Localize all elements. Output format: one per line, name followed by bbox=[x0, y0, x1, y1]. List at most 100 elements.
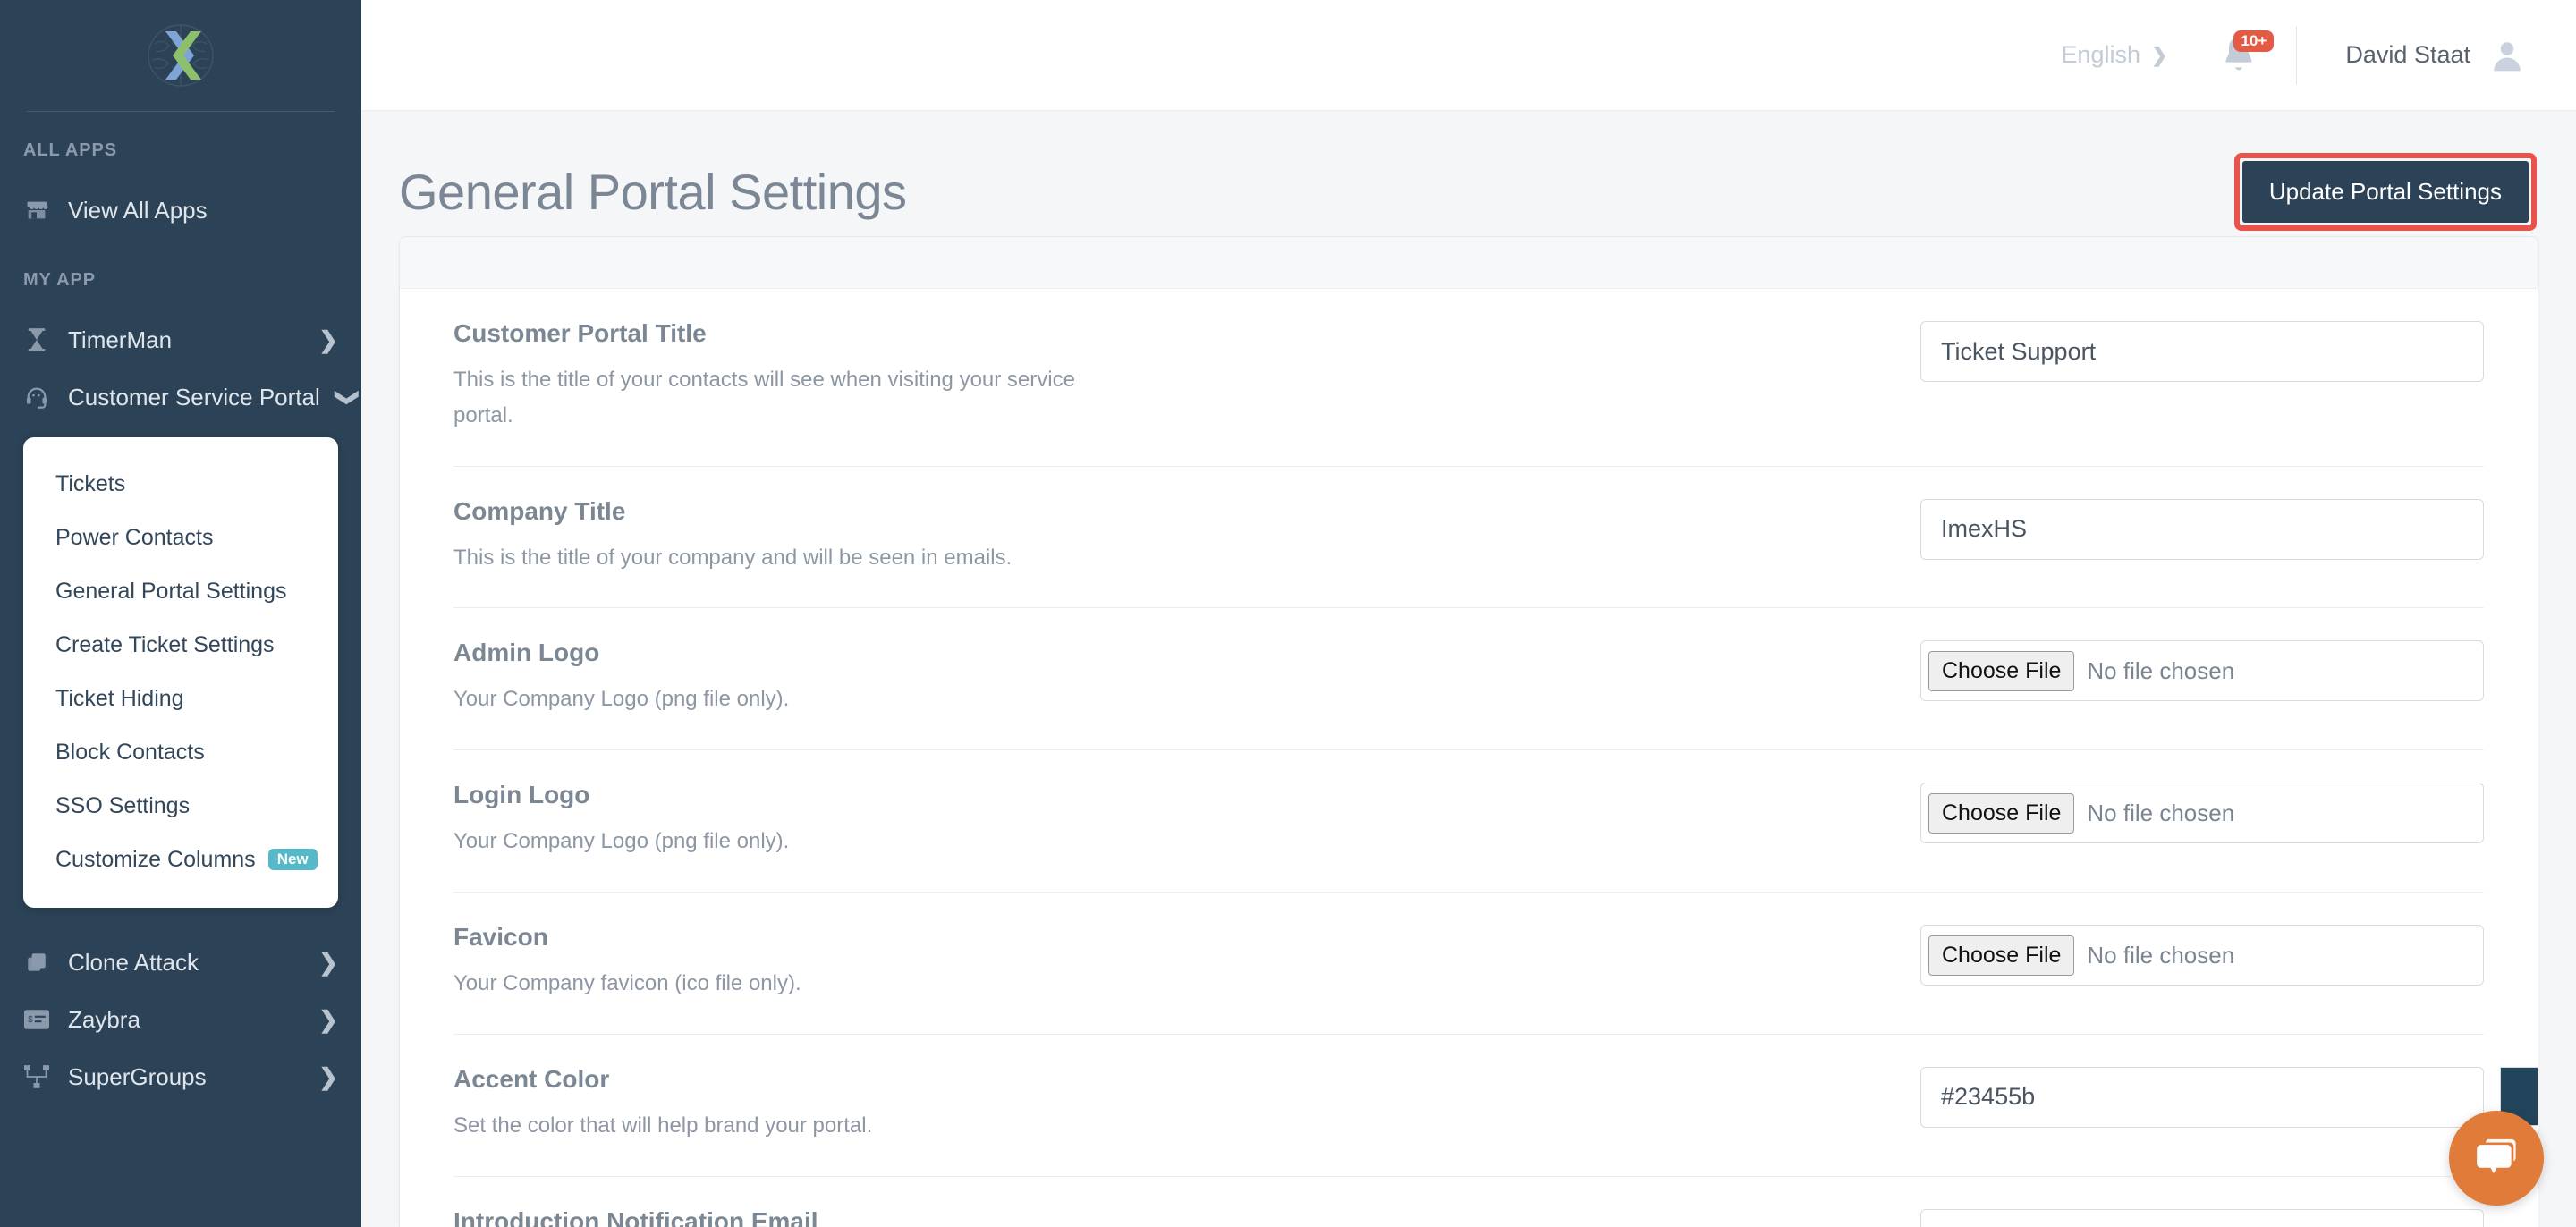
choose-file-button[interactable]: Choose File bbox=[1928, 935, 2075, 976]
sidebar-item-supergroups[interactable]: SuperGroups ❯ bbox=[0, 1053, 361, 1101]
introduction-notification-email-select[interactable]: Yes (Send initial email) ▼ bbox=[1920, 1208, 2484, 1227]
submenu-item-label: General Portal Settings bbox=[55, 578, 287, 604]
language-label: English bbox=[2061, 41, 2140, 68]
user-name: David Staat bbox=[2345, 41, 2470, 68]
settings-form: Customer Portal Title This is the title … bbox=[400, 289, 2538, 1227]
file-status: No file chosen bbox=[2087, 941, 2235, 969]
field-label: Favicon bbox=[453, 923, 548, 952]
sidebar-item-customer-service-portal[interactable]: Customer Service Portal ❯ bbox=[0, 373, 361, 421]
submenu-item-block-contacts[interactable]: Block Contacts bbox=[23, 725, 338, 779]
submenu-item-ticket-hiding[interactable]: Ticket Hiding bbox=[23, 672, 338, 725]
billing-card-icon: $ bbox=[23, 1006, 50, 1033]
submenu-item-label: SSO Settings bbox=[55, 792, 191, 818]
sitemap-icon bbox=[23, 1063, 50, 1090]
submenu-item-customize-columns[interactable]: Customize Columns New bbox=[23, 833, 338, 886]
storefront-icon bbox=[23, 197, 50, 224]
form-row-left: Accent Color Set the color that will hel… bbox=[453, 1065, 1920, 1144]
company-title-input[interactable] bbox=[1920, 498, 2484, 560]
top-bar: English ❯ 10+ David Staat bbox=[361, 0, 2576, 111]
chevron-right-icon: ❯ bbox=[318, 948, 338, 976]
submenu-item-create-ticket-settings[interactable]: Create Ticket Settings bbox=[23, 618, 338, 672]
form-row-right: Choose File No file chosen bbox=[1920, 639, 2484, 702]
app-root: ALL APPS View All Apps MY APP TimerMan ❯… bbox=[0, 0, 2576, 1227]
chat-bubbles-icon bbox=[2477, 1138, 2516, 1174]
form-row-left: Introduction Notification Email bbox=[453, 1207, 1920, 1227]
submenu-item-label: Create Ticket Settings bbox=[55, 631, 275, 657]
field-description: This is the title of your company and wi… bbox=[453, 545, 1013, 570]
sidebar-item-clone-attack[interactable]: Clone Attack ❯ bbox=[0, 938, 361, 986]
update-button-highlight: Update Portal Settings bbox=[2233, 152, 2537, 231]
submenu-item-general-portal-settings[interactable]: General Portal Settings bbox=[23, 564, 338, 618]
chevron-right-icon: ❯ bbox=[318, 1005, 338, 1033]
topbar-separator bbox=[2296, 25, 2298, 85]
accent-color-input[interactable] bbox=[1920, 1066, 2484, 1128]
submenu-item-label: Block Contacts bbox=[55, 739, 205, 765]
form-row-right bbox=[1920, 1065, 2538, 1128]
file-status: No file chosen bbox=[2087, 656, 2235, 684]
sidebar-item-label: Customer Service Portal bbox=[68, 383, 320, 410]
field-description: Your Company favicon (ico file only). bbox=[453, 971, 801, 996]
main-area: English ❯ 10+ David Staat General Portal… bbox=[361, 0, 2576, 1227]
field-description: Your Company Logo (png file only). bbox=[453, 687, 790, 712]
form-row-left: Customer Portal Title This is the title … bbox=[453, 319, 1920, 434]
notification-count-badge: 10+ bbox=[2233, 30, 2275, 52]
sidebar: ALL APPS View All Apps MY APP TimerMan ❯… bbox=[0, 0, 361, 1227]
favicon-file-input[interactable]: Choose File No file chosen bbox=[1920, 925, 2484, 986]
submenu-item-sso-settings[interactable]: SSO Settings bbox=[23, 779, 338, 833]
language-selector[interactable]: English ❯ bbox=[2061, 41, 2167, 69]
page-title: General Portal Settings bbox=[399, 163, 907, 220]
login-logo-file-input[interactable]: Choose File No file chosen bbox=[1920, 783, 2484, 844]
settings-card: Customer Portal Title This is the title … bbox=[399, 236, 2538, 1227]
form-row-accent-color: Accent Color Set the color that will hel… bbox=[453, 1035, 2538, 1177]
chat-widget-button[interactable] bbox=[2449, 1111, 2544, 1206]
update-portal-settings-button[interactable]: Update Portal Settings bbox=[2241, 160, 2529, 223]
choose-file-button[interactable]: Choose File bbox=[1928, 792, 2075, 834]
chevron-right-icon: ❯ bbox=[318, 326, 338, 353]
copy-icon bbox=[23, 949, 50, 976]
user-menu[interactable]: David Staat bbox=[2345, 38, 2524, 72]
submenu-item-power-contacts[interactable]: Power Contacts bbox=[23, 511, 338, 564]
form-row-left: Company Title This is the title of your … bbox=[453, 497, 1920, 576]
chevron-right-icon: ❯ bbox=[2150, 43, 2168, 66]
form-row-left: Admin Logo Your Company Logo (png file o… bbox=[453, 639, 1920, 717]
choose-file-button[interactable]: Choose File bbox=[1928, 650, 2075, 691]
avatar-icon bbox=[2490, 38, 2524, 72]
brain-chevron-logo-icon bbox=[139, 13, 223, 97]
sidebar-item-timerman[interactable]: TimerMan ❯ bbox=[0, 316, 361, 364]
app-logo[interactable] bbox=[0, 0, 361, 111]
admin-logo-file-input[interactable]: Choose File No file chosen bbox=[1920, 640, 2484, 702]
submenu-item-label: Ticket Hiding bbox=[55, 685, 184, 711]
sidebar-section-all-apps: ALL APPS bbox=[23, 140, 117, 160]
field-label: Company Title bbox=[453, 496, 626, 525]
form-row-left: Login Logo Your Company Logo (png file o… bbox=[453, 781, 1920, 859]
customer-service-portal-submenu: Tickets Power Contacts General Portal Se… bbox=[23, 437, 338, 908]
field-description: Your Company Logo (png file only). bbox=[453, 829, 790, 854]
form-row-right: Yes (Send initial email) ▼ bbox=[1920, 1207, 2484, 1227]
form-row-right bbox=[1920, 319, 2484, 382]
form-row-right: Choose File No file chosen bbox=[1920, 923, 2484, 986]
field-description: Set the color that will help brand your … bbox=[453, 1113, 873, 1138]
page-header: General Portal Settings Update Portal Se… bbox=[361, 111, 2576, 236]
field-label: Customer Portal Title bbox=[453, 319, 707, 347]
notifications-button[interactable]: 10+ bbox=[2221, 30, 2275, 77]
form-row-right bbox=[1920, 497, 2484, 560]
submenu-item-label: Power Contacts bbox=[55, 524, 214, 550]
new-badge: New bbox=[267, 849, 318, 870]
customer-portal-title-input[interactable] bbox=[1920, 321, 2484, 382]
sidebar-item-view-all-apps[interactable]: View All Apps bbox=[0, 186, 361, 234]
form-row-login-logo: Login Logo Your Company Logo (png file o… bbox=[453, 750, 2484, 893]
field-label: Admin Logo bbox=[453, 639, 600, 667]
card-header-strip bbox=[400, 237, 2538, 289]
sidebar-item-zaybra[interactable]: $ Zaybra ❯ bbox=[0, 995, 361, 1044]
submenu-item-tickets[interactable]: Tickets bbox=[23, 457, 338, 511]
svg-text:$: $ bbox=[28, 1015, 33, 1025]
field-label: Introduction Notification Email bbox=[453, 1206, 818, 1227]
file-status: No file chosen bbox=[2087, 799, 2235, 826]
sidebar-divider bbox=[27, 111, 335, 112]
form-row-customer-portal-title: Customer Portal Title This is the title … bbox=[453, 289, 2484, 467]
submenu-item-label: Tickets bbox=[55, 470, 126, 496]
field-label: Accent Color bbox=[453, 1064, 610, 1093]
form-row-favicon: Favicon Your Company favicon (ico file o… bbox=[453, 893, 2484, 1035]
field-label: Login Logo bbox=[453, 781, 590, 809]
sidebar-item-label: TimerMan bbox=[68, 326, 173, 353]
